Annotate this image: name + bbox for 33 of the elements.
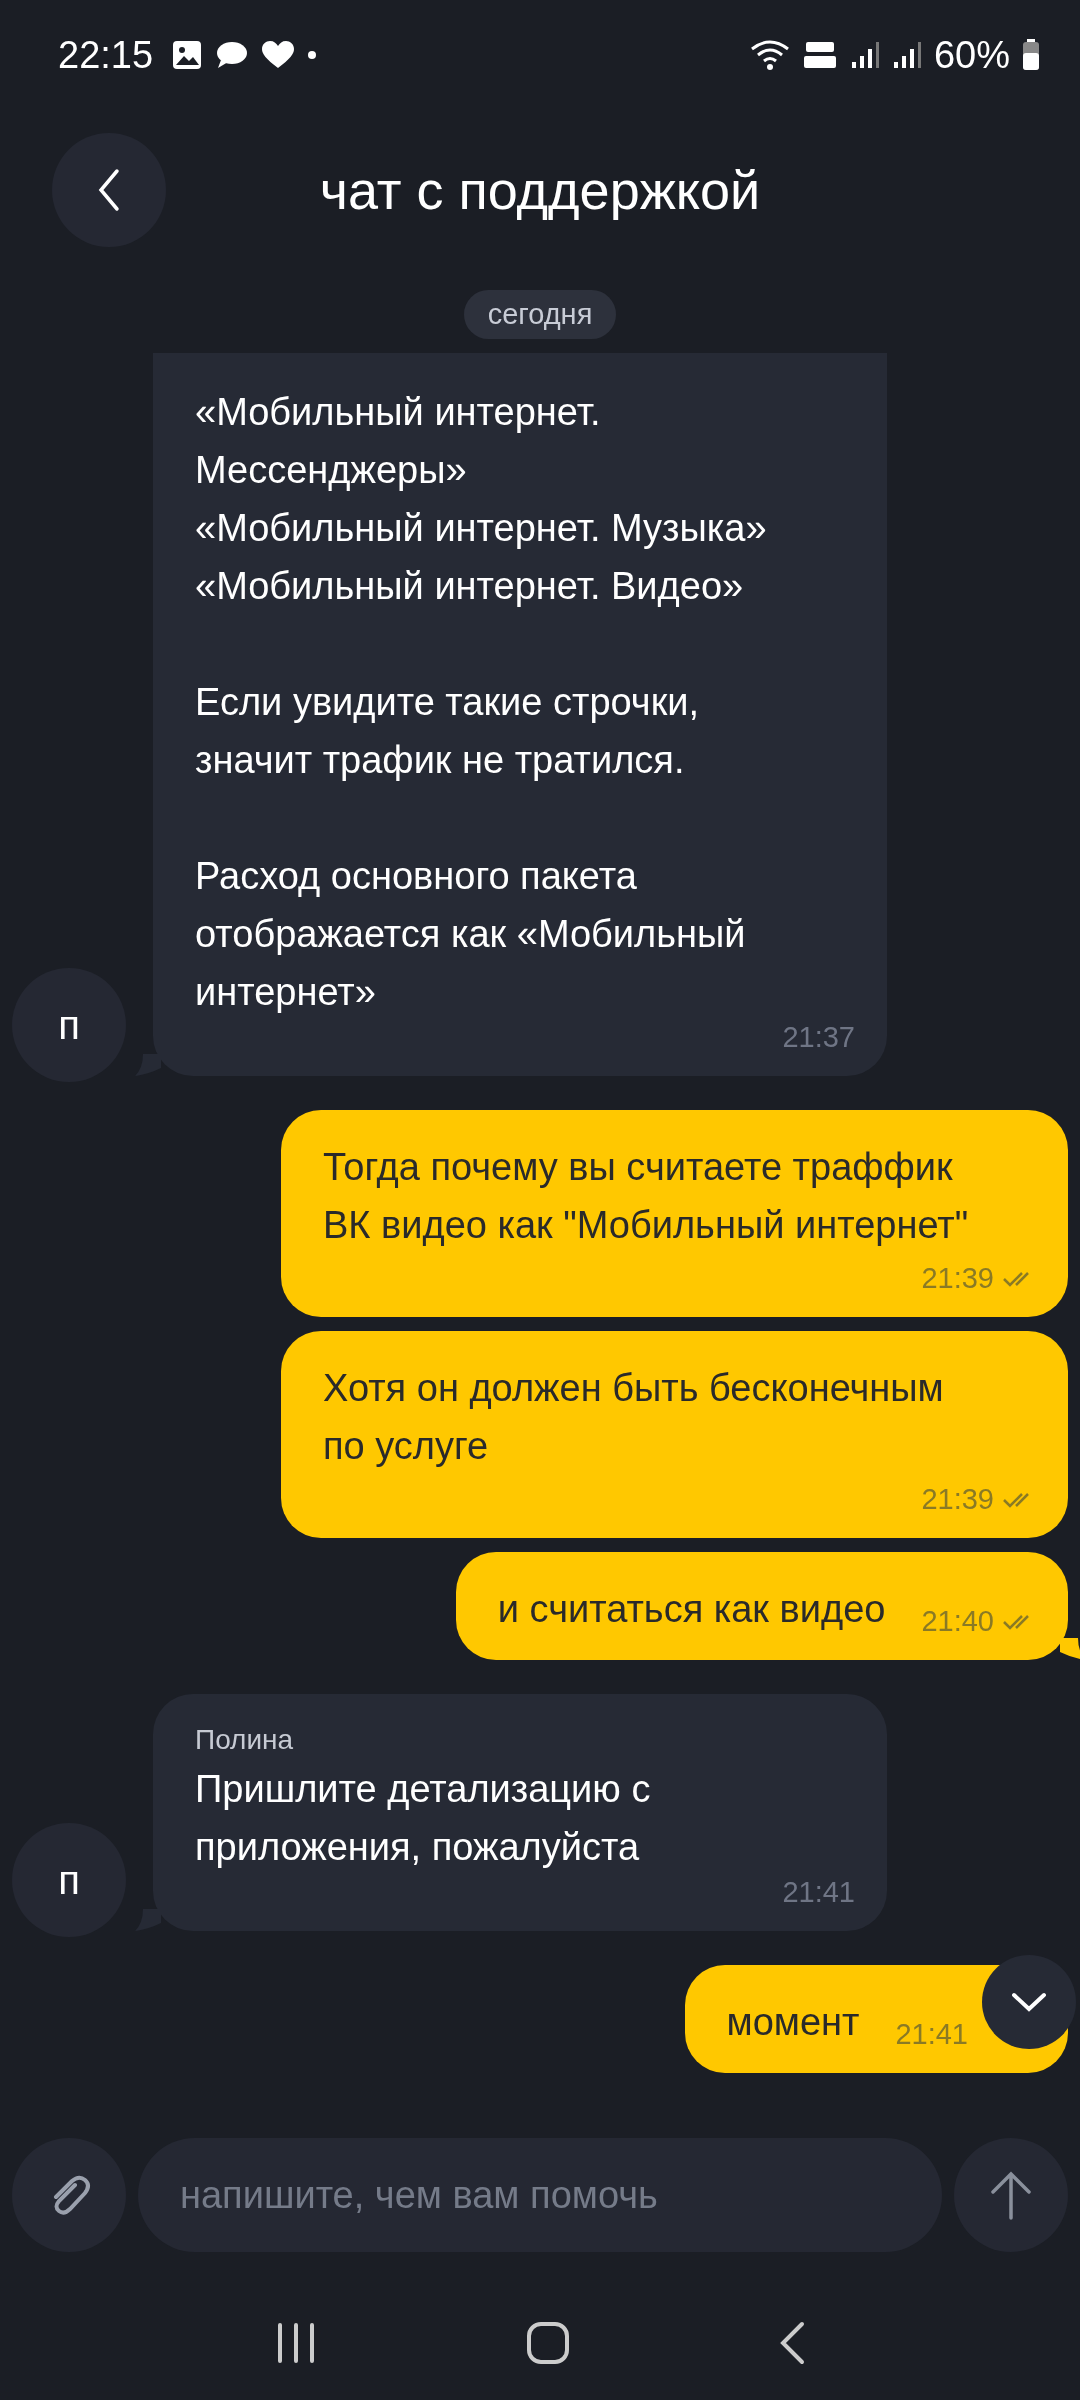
- message-time: 21:41: [782, 1876, 855, 1909]
- message-text: «Мобильный интернет. Мессенджеры» «Мобильный интернет. Музыка» «Мобильный интернет. Видео» Если увидите такие строчки, значит трафик не тратился. Расход основного пакета отображается как «Мобильный интернет»: [195, 390, 768, 1015]
- avatar: п: [12, 968, 126, 1082]
- message-text: Тогда почему вы считаете траффик ВК видео как "Мобильный интернет": [323, 1145, 969, 1248]
- avatar: п: [12, 1823, 126, 1937]
- battery-icon: [1022, 39, 1040, 71]
- chat-notification-icon: [215, 40, 250, 70]
- dot-icon: [307, 50, 318, 60]
- back-icon: [97, 168, 121, 212]
- heart-notification-icon: [261, 40, 296, 70]
- status-time: 22:15: [58, 33, 154, 77]
- signal-icon: [891, 40, 922, 70]
- message-text: Хотя он должен быть бесконечным по услуге: [323, 1366, 944, 1469]
- sender-name: Полина: [195, 1724, 295, 1756]
- chat-title: чат с поддержкой: [319, 159, 761, 221]
- message-text: момент: [726, 2000, 860, 2045]
- message-time: 21:39: [921, 1262, 994, 1295]
- date-chip: сегодня: [463, 290, 617, 339]
- chevron-down-icon: [1011, 1991, 1047, 2013]
- message-time: 21:41: [895, 2018, 968, 2051]
- home-icon[interactable]: [526, 2320, 570, 2365]
- gallery-notification-icon: [171, 39, 204, 71]
- back-nav-icon[interactable]: [778, 2320, 806, 2365]
- message-input[interactable]: напишите, чем вам помочь: [138, 2138, 942, 2252]
- message-time: 21:40: [921, 1605, 994, 1638]
- message-time: 21:37: [782, 1021, 855, 1054]
- message-time: 21:39: [921, 1483, 994, 1516]
- arrow-up-icon: [989, 2170, 1033, 2220]
- message-text: и считаться как видео: [497, 1587, 886, 1632]
- message-text: Пришлите детализацию с приложения, пожалуйста: [195, 1767, 652, 1870]
- signal-icon: [849, 40, 880, 70]
- battery-percent: 60%: [933, 33, 1010, 77]
- wifi-icon: [749, 39, 790, 71]
